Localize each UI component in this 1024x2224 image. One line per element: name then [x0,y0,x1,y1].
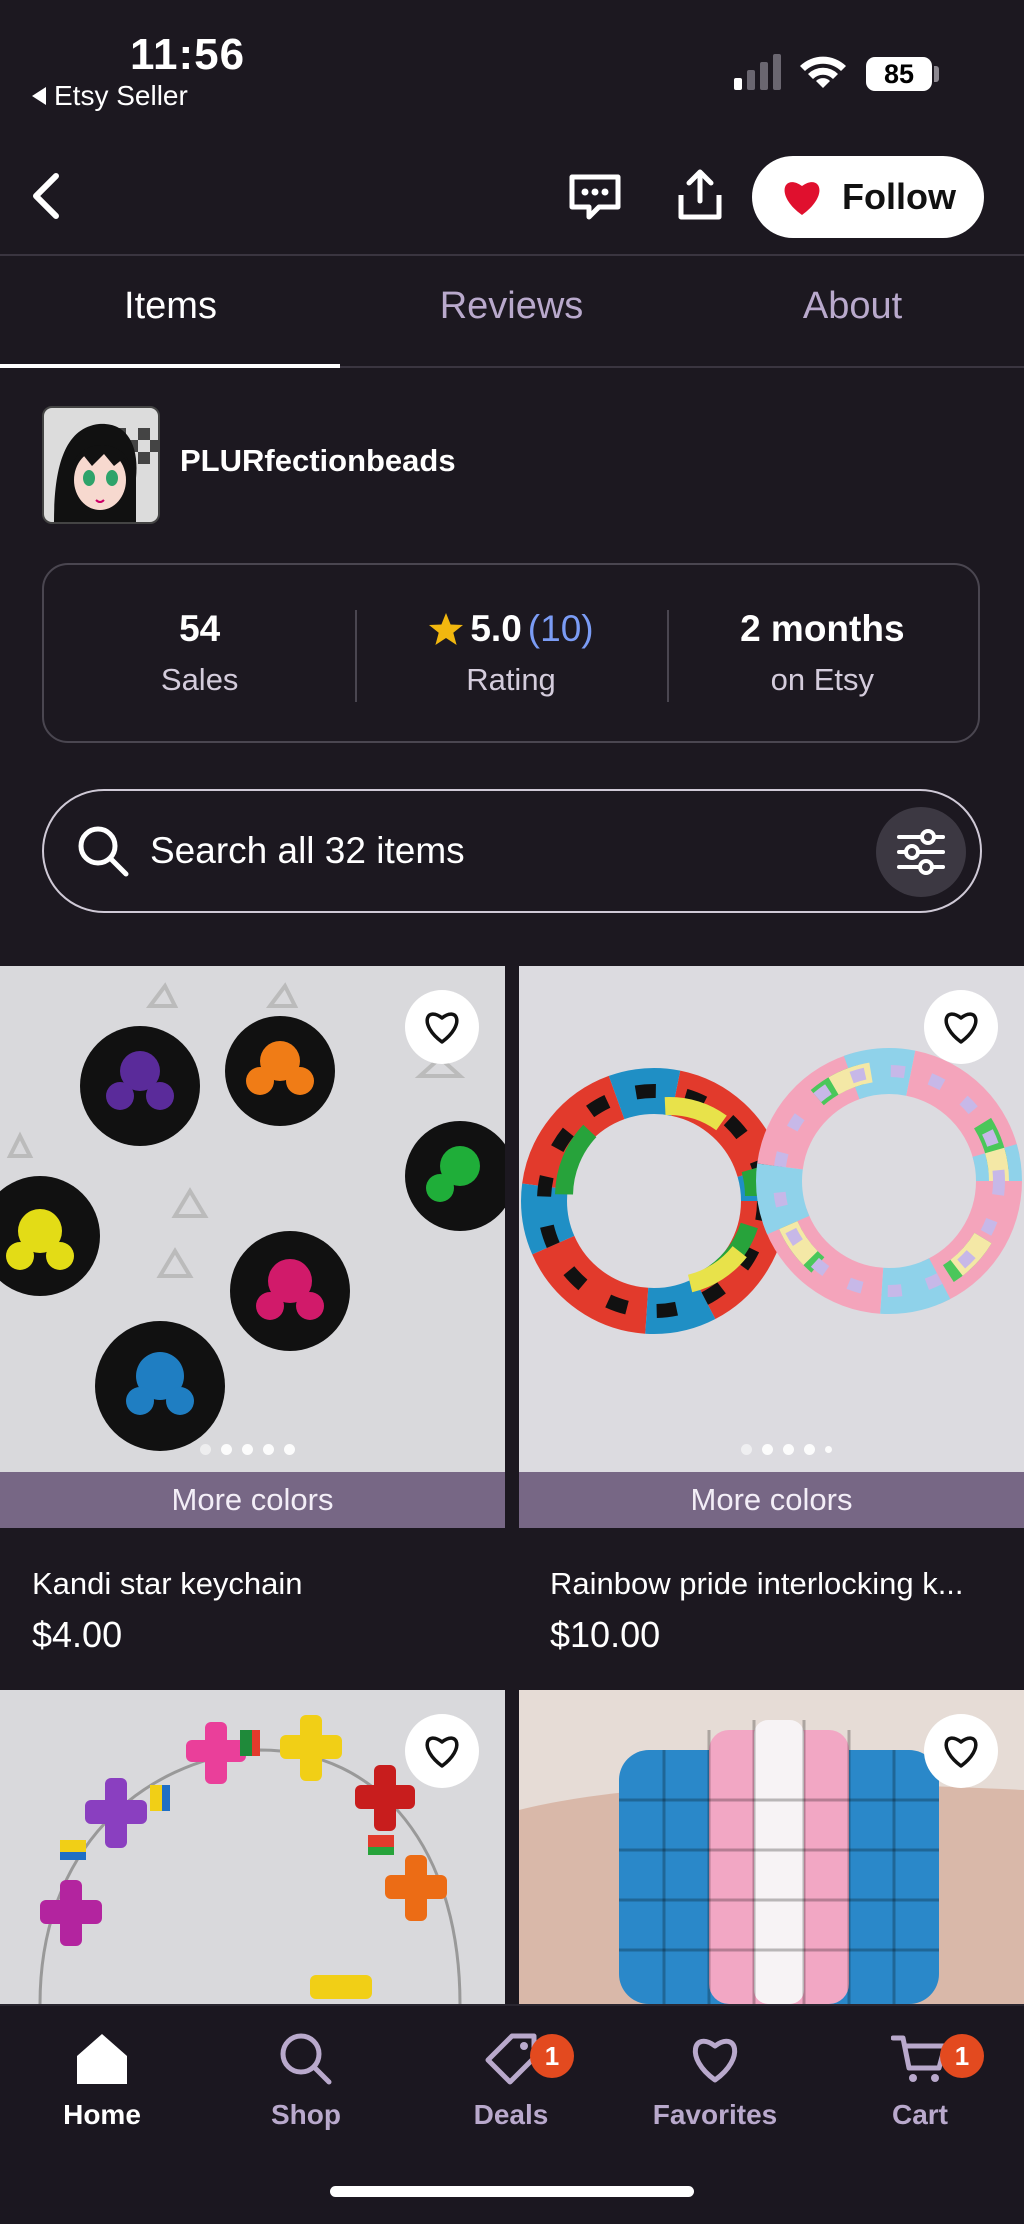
back-arrow-icon[interactable] [20,166,80,226]
filter-button[interactable] [876,807,966,897]
stat-age: 2 months on Etsy [666,565,978,741]
heart-outline-icon [944,1012,978,1044]
header-divider [0,254,1024,256]
nav-shop[interactable]: Shop [226,2030,386,2131]
shop-name[interactable]: PLURfectionbeads [180,443,456,479]
favorite-button[interactable] [924,1714,998,1788]
nav-cart-label: Cart [891,2099,948,2130]
home-indicator[interactable] [330,2186,694,2197]
cart-badge: 1 [940,2034,984,2078]
battery-indicator: 85 [866,57,932,91]
status-time: 11:56 [130,30,246,79]
listing-price: $10.00 [550,1614,661,1655]
stat-rating[interactable]: 5.0 (10) Rating [355,565,666,741]
listing-title[interactable]: Kandi star keychain [32,1566,303,1602]
search-input[interactable]: Search all 32 items [150,830,465,872]
listing-price: $4.00 [32,1614,123,1655]
star-icon [429,613,464,645]
stat-sales: 54 Sales [44,565,355,741]
tab-items[interactable]: Items [0,285,341,328]
share-icon [678,169,722,220]
back-to-app[interactable]: Etsy Seller [32,80,188,112]
back-triangle-icon [32,87,46,105]
age-value: 2 months [740,608,905,649]
nav-home-label: Home [63,2099,141,2130]
search-icon [280,2033,332,2085]
message-button[interactable] [560,162,630,232]
tab-reviews[interactable]: Reviews [341,285,682,328]
cell-signal-icon [734,50,781,90]
nav-deals-label: Deals [473,2099,549,2130]
heart-filled-icon [784,182,820,215]
image-carousel-dots [200,1444,295,1455]
heart-outline-icon [693,2038,737,2083]
back-app-label: Etsy Seller [54,80,188,111]
more-colors-badge: More colors [519,1472,1024,1528]
heart-outline-icon [425,1012,459,1044]
heart-outline-icon [944,1736,978,1768]
nav-shop-label: Shop [271,2099,341,2130]
battery-tip [934,66,939,82]
wifi-icon [800,56,846,88]
heart-outline-icon [425,1736,459,1768]
filter-sliders-icon [897,829,945,875]
image-carousel-dots [741,1444,832,1455]
favorite-button[interactable] [924,990,998,1064]
home-icon [77,2034,127,2084]
active-tab-indicator [0,364,340,368]
sales-label: Sales [160,662,239,697]
rating-count[interactable]: (10) [528,608,594,650]
age-label: on Etsy [770,662,875,697]
follow-label: Follow [842,176,956,217]
shop-stats: 54 Sales 5.0 (10) Rating 2 months on Ets… [42,563,980,743]
favorite-button[interactable] [405,1714,479,1788]
tab-about[interactable]: About [682,285,1023,328]
more-colors-badge: More colors [0,1472,505,1528]
nav-favorites[interactable]: Favorites [635,2030,795,2131]
rating-label: Rating [466,662,556,697]
sales-value: 54 [179,608,221,649]
deals-badge: 1 [530,2034,574,2078]
nav-home[interactable]: Home [22,2030,182,2131]
follow-button[interactable]: Follow [752,156,984,238]
nav-favorites-label: Favorites [652,2099,778,2130]
search-icon [78,826,129,877]
share-button[interactable] [665,160,735,230]
shop-avatar[interactable] [42,406,160,524]
message-icon [569,174,621,220]
favorite-button[interactable] [405,990,479,1064]
shop-search-bar[interactable]: Search all 32 items [42,789,982,913]
listing-title[interactable]: Rainbow pride interlocking k... [550,1566,964,1602]
rating-value: 5.0 [470,608,522,649]
